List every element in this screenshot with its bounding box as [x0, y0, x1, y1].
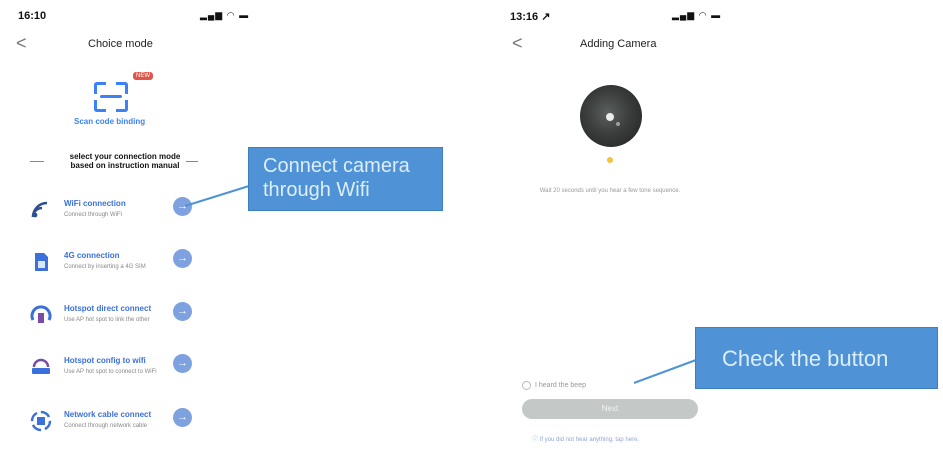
callout-connect-wifi: Connect camera through Wifi: [248, 147, 443, 211]
callout-pointers: [184, 185, 697, 384]
callout-check-button: Check the button: [695, 327, 938, 389]
